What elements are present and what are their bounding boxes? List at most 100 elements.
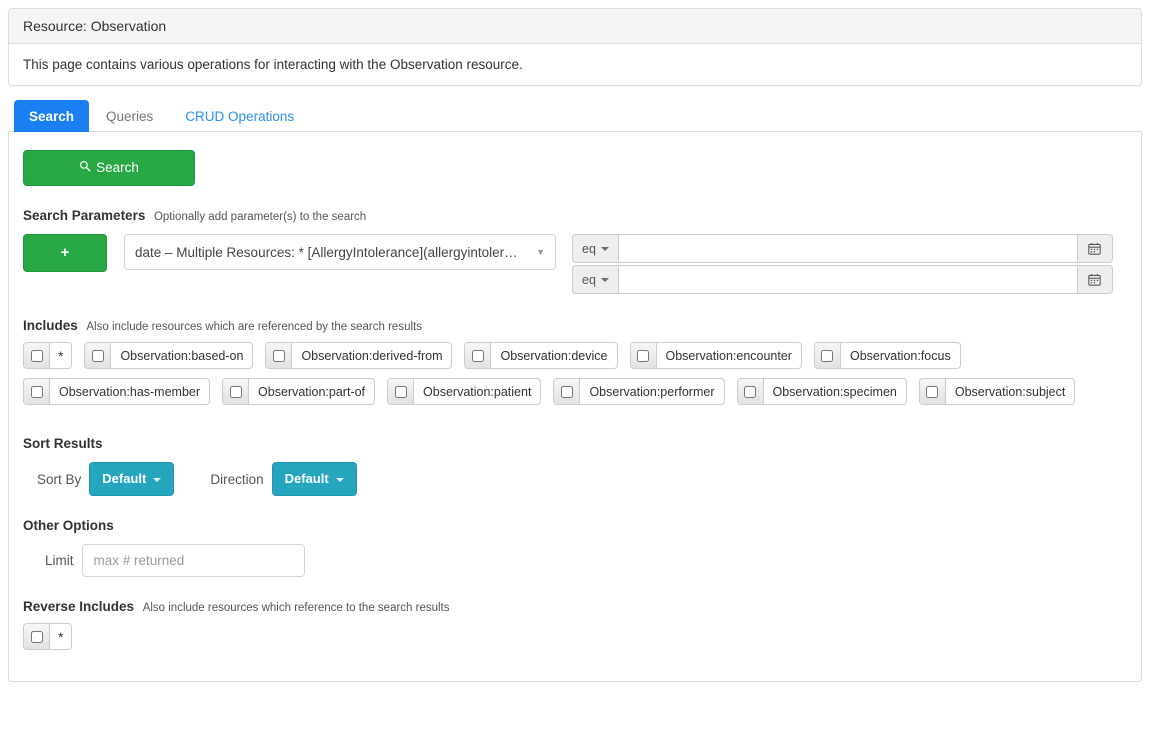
include-label: Observation:subject (954, 384, 1066, 399)
tab-search[interactable]: Search (14, 100, 90, 132)
include-item[interactable]: Observation:encounter (629, 342, 802, 370)
parameter-select[interactable]: date – Multiple Resources: * [AllergyInt… (124, 234, 556, 271)
include-checkbox-wrapper (85, 343, 112, 369)
sort-by-label: Sort By (37, 471, 82, 487)
include-item[interactable]: Observation:patient (387, 378, 542, 406)
search-parameters-heading: Search Parameters Optionally add paramet… (23, 208, 1127, 223)
include-checkbox-wrapper (919, 379, 946, 405)
include-item[interactable]: Observation:derived-from (265, 342, 453, 370)
magnifier-icon (79, 159, 91, 177)
include-label: Observation:part-of (258, 384, 366, 399)
includes-description: Also include resources which are referen… (86, 321, 422, 334)
reverse-include-checkbox[interactable] (30, 630, 43, 643)
search-button[interactable]: Search (23, 150, 195, 187)
comparator-dropdown-1[interactable]: eq (572, 234, 619, 264)
sort-by-value: Default (102, 471, 147, 487)
include-checkbox[interactable] (926, 385, 939, 398)
reverse-includes-description: Also include resources which reference t… (142, 602, 450, 615)
include-checkbox[interactable] (30, 349, 43, 362)
sort-controls-row: Sort By Default Direction Default (23, 462, 1127, 497)
include-item[interactable]: Observation:focus (813, 342, 961, 370)
comparator-label-1: eq (582, 241, 596, 256)
include-checkbox[interactable] (30, 385, 43, 398)
calendar-icon (1088, 243, 1102, 256)
include-label: Observation:device (500, 348, 608, 363)
sort-by-dropdown[interactable]: Default (89, 462, 175, 497)
add-parameter-button[interactable]: + (23, 234, 107, 273)
include-label: * (58, 347, 64, 364)
include-item[interactable]: Observation:based-on (84, 342, 254, 370)
include-label: Observation:performer (589, 384, 715, 399)
include-label: Observation:has-member (59, 384, 201, 399)
calendar-icon (1088, 274, 1102, 287)
chevron-down-icon: ▼ (536, 247, 545, 258)
include-item[interactable]: Observation:subject (918, 378, 1076, 406)
search-parameters-section: Search Parameters Optionally add paramet… (23, 208, 1127, 296)
search-tab-panel: Search Search Parameters Optionally add … (8, 132, 1142, 683)
other-options-title: Other Options (23, 518, 114, 534)
sort-results-section: Sort Results Sort By Default Direction D… (23, 436, 1127, 497)
date-input-group-2: eq (572, 265, 1113, 295)
reverse-include-label: * (58, 628, 64, 645)
include-checkbox-wrapper (24, 343, 50, 369)
include-checkbox-wrapper (554, 379, 581, 405)
include-checkbox[interactable] (394, 385, 407, 398)
reverse-include-item[interactable]: * (23, 623, 73, 651)
reverse-include-checkbox-wrapper (24, 624, 50, 650)
parameter-select-value: date – Multiple Resources: * [AllergyInt… (135, 244, 518, 260)
caret-down-icon (335, 478, 344, 482)
direction-value: Default (284, 471, 329, 487)
direction-dropdown[interactable]: Default (271, 462, 357, 497)
caret-down-icon (600, 246, 609, 251)
includes-heading: Includes Also include resources which ar… (23, 318, 1127, 333)
limit-input[interactable] (81, 544, 305, 578)
comparator-inputs-group: eq eq (572, 234, 1113, 296)
limit-label: Limit (45, 553, 74, 569)
includes-section: Includes Also include resources which ar… (23, 318, 1127, 414)
include-label: Observation:specimen (772, 384, 897, 399)
reverse-includes-section: Reverse Includes Also include resources … (23, 599, 1127, 659)
sort-results-title: Sort Results (23, 436, 103, 452)
parameter-selector-group: + date – Multiple Resources: * [AllergyI… (23, 234, 556, 273)
include-checkbox[interactable] (637, 349, 649, 362)
include-item[interactable]: Observation:performer (553, 378, 725, 406)
reverse-includes-checkbox-list: * (23, 623, 1127, 659)
limit-row: Limit (23, 544, 1127, 578)
include-item[interactable]: Observation:part-of (222, 378, 376, 406)
date-input-2[interactable] (618, 265, 1077, 295)
search-parameters-description: Optionally add parameter(s) to the searc… (153, 211, 367, 224)
include-checkbox[interactable] (272, 349, 285, 362)
comparator-dropdown-2[interactable]: eq (572, 265, 619, 295)
include-checkbox[interactable] (744, 385, 756, 398)
panel-heading: Resource: Observation (9, 9, 1141, 44)
includes-title: Includes (23, 318, 78, 334)
include-checkbox-wrapper (24, 379, 50, 405)
tab-crud-operations[interactable]: CRUD Operations (170, 100, 309, 132)
include-checkbox-wrapper (630, 343, 657, 369)
search-parameter-row: + date – Multiple Resources: * [AllergyI… (23, 234, 1127, 296)
caret-down-icon (600, 277, 609, 282)
date-input-1[interactable] (618, 234, 1077, 264)
tab-queries[interactable]: Queries (91, 100, 168, 132)
include-item[interactable]: * (23, 342, 73, 370)
resource-panel: Resource: Observation This page contains… (8, 8, 1142, 86)
include-label: Observation:derived-from (301, 348, 443, 363)
include-checkbox[interactable] (821, 349, 834, 362)
calendar-icon-button-1[interactable] (1076, 234, 1113, 264)
include-checkbox[interactable] (229, 385, 242, 398)
include-label: Observation:focus (849, 348, 951, 363)
calendar-icon-button-2[interactable] (1076, 265, 1113, 295)
include-checkbox-wrapper (737, 379, 764, 405)
include-item[interactable]: Observation:specimen (736, 378, 907, 406)
include-label: Observation:based-on (120, 348, 244, 363)
include-checkbox[interactable] (471, 349, 484, 362)
include-checkbox-wrapper (223, 379, 250, 405)
include-item[interactable]: Observation:device (464, 342, 618, 370)
include-checkbox[interactable] (91, 349, 104, 362)
include-checkbox[interactable] (560, 385, 573, 398)
page-container: Resource: Observation This page contains… (0, 0, 1150, 683)
comparator-label-2: eq (582, 272, 596, 287)
search-button-label: Search (96, 160, 139, 175)
include-item[interactable]: Observation:has-member (23, 378, 211, 406)
other-options-section: Other Options Limit (23, 518, 1127, 578)
